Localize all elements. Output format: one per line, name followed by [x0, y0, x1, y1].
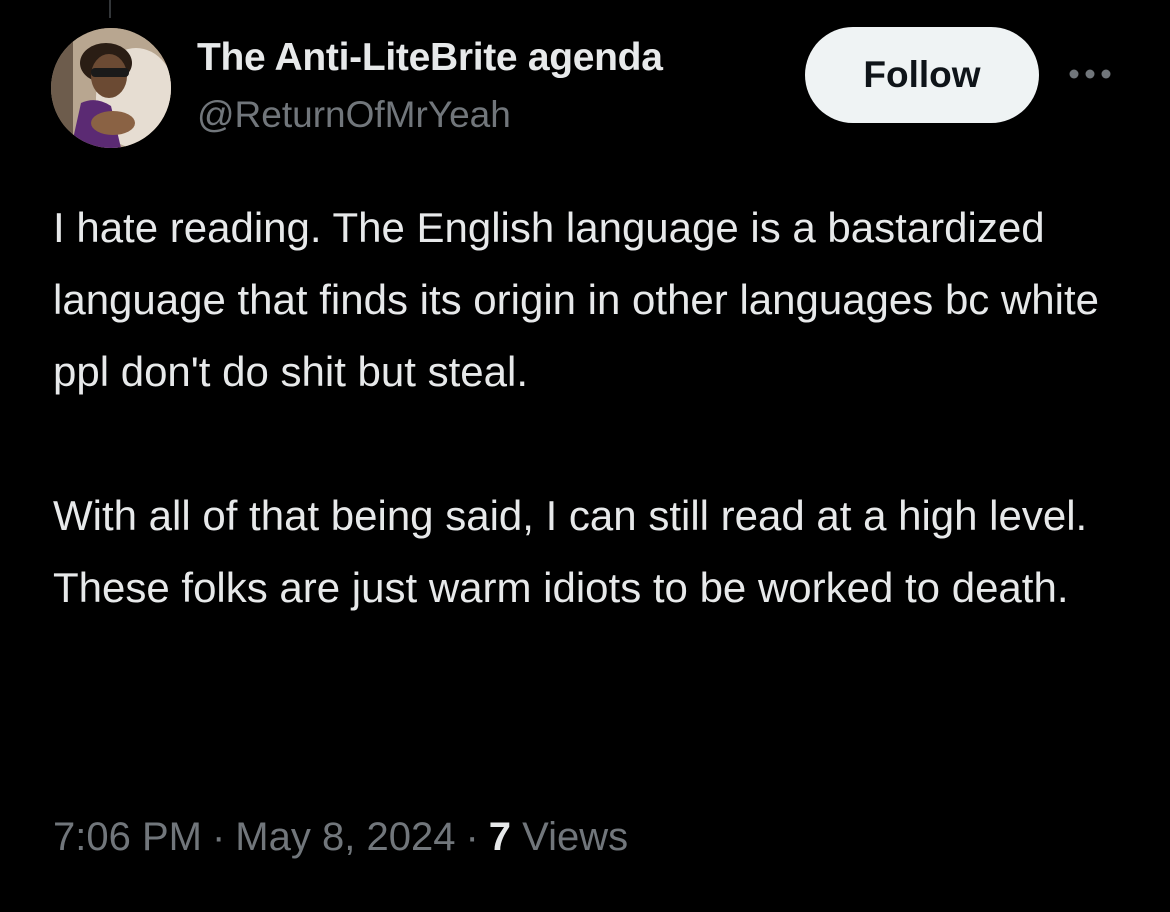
tweet-paragraph: With all of that being said, I can still… — [53, 492, 1088, 611]
meta-separator: · — [465, 815, 479, 859]
meta-separator: · — [211, 815, 226, 859]
more-horizontal-icon — [1069, 69, 1111, 79]
views-count: 7 — [488, 815, 512, 859]
views-label: Views — [522, 815, 629, 859]
tweet-body: I hate reading. The English language is … — [53, 192, 1143, 624]
avatar-image — [51, 28, 171, 148]
author-handle[interactable]: @ReturnOfMrYeah — [197, 94, 511, 136]
tweet-metadata: 7:06 PM · May 8, 2024 · 7 Views — [53, 815, 628, 860]
tweet-time[interactable]: 7:06 PM — [53, 815, 202, 859]
author-display-name[interactable]: The Anti-LiteBrite agenda — [197, 36, 663, 80]
tweet-date[interactable]: May 8, 2024 — [235, 815, 455, 859]
thread-connector-line — [109, 0, 111, 18]
more-options-button[interactable] — [1066, 60, 1114, 88]
follow-button[interactable]: Follow — [805, 27, 1039, 123]
tweet-paragraph: I hate reading. The English language is … — [53, 204, 1100, 395]
author-avatar[interactable] — [51, 28, 171, 148]
